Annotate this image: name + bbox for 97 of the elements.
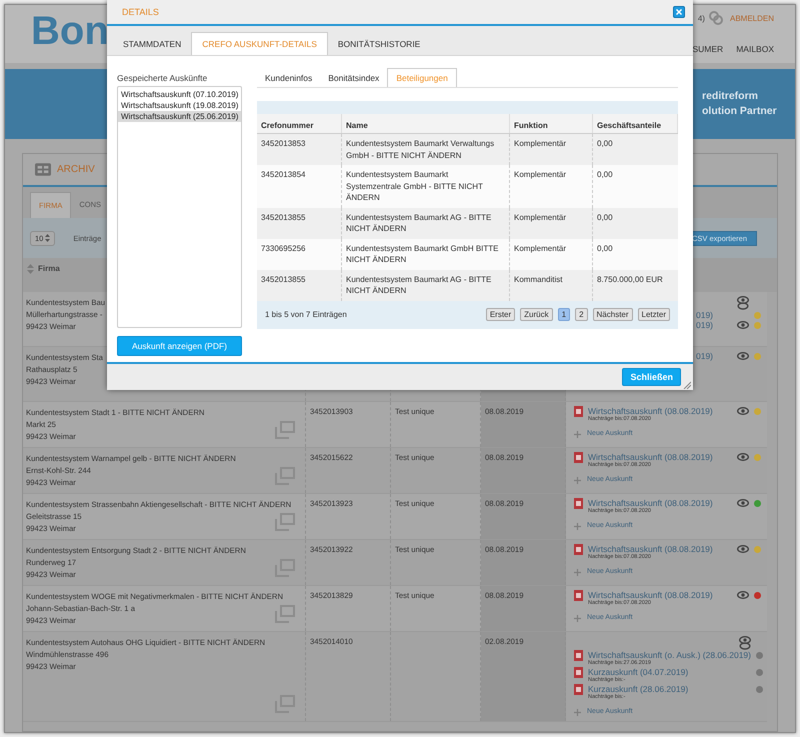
column-header[interactable]: Name [342, 114, 510, 133]
plus-icon[interactable] [574, 614, 581, 622]
pdf-icon [574, 498, 583, 509]
list-item[interactable]: Wirtschaftsauskunft (07.10.2019) [118, 89, 242, 100]
table-cell: Komplementär [514, 244, 566, 252]
logo: Bon [31, 8, 109, 55]
nav-link[interactable]: SUMER [692, 44, 724, 54]
plus-icon[interactable] [574, 430, 581, 438]
pagination-button[interactable]: Letzter [638, 308, 670, 320]
eye-icon[interactable] [737, 591, 749, 599]
double-eye-icon[interactable] [737, 296, 749, 310]
sort-icon[interactable] [27, 264, 34, 274]
archive-icon [35, 163, 51, 176]
entries-summary: 1 bis 5 von 7 Einträgen [265, 310, 347, 318]
table-cell: Kundentestsystem Baumarkt AG - BITTE NICHT ÄNDERN [346, 212, 492, 233]
pagination-button[interactable]: 1 [558, 308, 570, 320]
pdf-icon [574, 544, 583, 555]
table-cell: 3452013853 [261, 139, 306, 148]
column-header[interactable]: Firma [38, 264, 60, 273]
eye-icon[interactable] [737, 453, 749, 461]
tab[interactable]: Kundeninfos [257, 69, 320, 87]
table-cell: Kundentestsystem Baumarkt Systemzentrale GmbH - BITTE NICHT ÄNDERN [346, 170, 483, 202]
gear-icon[interactable] [708, 11, 723, 25]
table-cell: Komplementär [514, 212, 566, 222]
report-link[interactable]: Wirtschaftsauskunft (08.08.2019) [588, 406, 713, 416]
table-cell: 7330695256 [261, 244, 306, 252]
plus-icon[interactable] [574, 476, 581, 484]
dialog-title: DETAILS [122, 7, 159, 17]
column-header[interactable]: Crefonummer [257, 114, 342, 133]
tab[interactable]: BONITÄTSHISTORIE [328, 33, 430, 55]
report-link[interactable]: Wirtschaftsauskunft (08.08.2019) [588, 544, 713, 554]
banner-text: reditreform [702, 89, 760, 104]
eye-icon[interactable] [737, 499, 749, 507]
eye-icon[interactable] [737, 321, 749, 329]
copy-icon[interactable] [275, 421, 295, 439]
plus-icon[interactable] [574, 522, 581, 530]
close-icon [676, 9, 682, 15]
table-cell: Komplementär [514, 139, 566, 148]
table-cell: 0,00 [597, 139, 613, 148]
eye-icon[interactable] [737, 545, 749, 553]
show-pdf-button[interactable]: Auskunft anzeigen (PDF) [117, 336, 242, 356]
tab[interactable]: STAMMDATEN [113, 33, 192, 55]
table-cell: 3452013854 [261, 170, 306, 179]
nav-link[interactable]: MAILBOX [736, 44, 774, 54]
table-cell: 3452013855 [261, 274, 306, 284]
pagination-button[interactable]: 2 [575, 308, 588, 320]
double-eye-icon[interactable] [739, 636, 751, 650]
table-cell: 8.750.000,00 EUR [597, 274, 663, 284]
table-cell: Kundentestsystem Baumarkt Verwaltungs GmbH - BITTE NICHT ÄNDERN [346, 139, 494, 160]
table-cell: 3452013855 [261, 212, 306, 222]
copy-icon[interactable] [275, 605, 295, 623]
report-link[interactable]: 019) [696, 351, 714, 361]
table-cell: 0,00 [597, 244, 613, 252]
resize-handle-icon[interactable] [683, 381, 691, 389]
pagination-button[interactable]: Zurück [520, 308, 553, 320]
plus-icon[interactable] [574, 568, 581, 576]
column-header[interactable]: Funktion [510, 114, 593, 133]
pagination-button[interactable]: Nächster [592, 308, 633, 320]
table-cell: Kundentestsystem Baumarkt GmbH BITTE NICHT ÄNDERN [346, 244, 498, 264]
report-link[interactable]: Kurzauskunft (28.06.2019) [588, 684, 688, 694]
table-cell: Kommanditist [514, 274, 562, 284]
updown-icon [45, 234, 50, 242]
report-link[interactable]: 019) [696, 320, 714, 330]
table-cell: 0,00 [597, 212, 613, 222]
report-link[interactable]: Wirtschaftsauskunft (08.08.2019) [588, 498, 713, 508]
list-item[interactable]: Wirtschaftsauskunft (25.06.2019) [118, 111, 242, 122]
eye-icon[interactable] [737, 407, 749, 415]
table-cell: Komplementär [514, 170, 566, 179]
pdf-icon [574, 667, 583, 678]
report-link[interactable]: Kurzauskunft (04.07.2019) [588, 667, 688, 677]
pdf-icon [574, 684, 583, 695]
pdf-icon [574, 590, 583, 601]
eye-icon[interactable] [737, 352, 749, 360]
close-dialog-button[interactable]: Schließen [622, 368, 681, 386]
saved-reports-label: Gespeicherte Auskünfte [117, 73, 208, 85]
pdf-icon [574, 406, 583, 417]
plus-icon[interactable] [574, 708, 581, 716]
pdf-icon [574, 452, 583, 463]
table-cell: Kundentestsystem Baumarkt AG - BITTE NICHT ÄNDERN [346, 274, 492, 295]
report-link[interactable]: 019) [696, 310, 714, 320]
report-link[interactable]: Wirtschaftsauskunft (08.08.2019) [588, 590, 713, 600]
copy-icon[interactable] [275, 513, 295, 531]
close-button[interactable] [673, 6, 685, 18]
banner-text: olution Partner [702, 104, 777, 119]
report-link[interactable]: Wirtschaftsauskunft (08.08.2019) [588, 452, 713, 462]
table-cell: 0,00 [597, 170, 613, 179]
count-text: 4) [698, 14, 705, 22]
list-item[interactable]: Wirtschaftsauskunft (19.08.2019) [118, 100, 242, 111]
pagination-button[interactable]: Erster [486, 308, 516, 320]
tab[interactable]: Bonitätsindex [320, 69, 388, 87]
logout-link[interactable]: ABMELDEN [730, 14, 774, 22]
column-header[interactable]: Geschäftsanteile [593, 114, 678, 133]
pdf-icon [574, 650, 583, 661]
panel-title: ARCHIV [57, 164, 95, 175]
tab[interactable]: Beteiligungen [387, 68, 457, 87]
report-link[interactable]: Wirtschaftsauskunft (o. Ausk.) (28.06.2019) [588, 650, 751, 660]
tab[interactable]: CREFO AUSKUNFT-DETAILS [191, 32, 328, 55]
